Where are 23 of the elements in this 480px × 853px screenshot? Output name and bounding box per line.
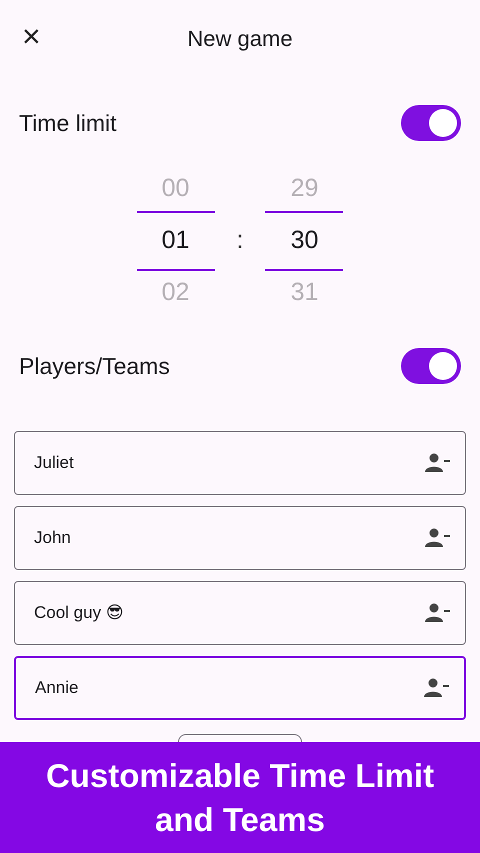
selected-number[interactable]: 01 xyxy=(136,210,215,270)
remove-player-button[interactable] xyxy=(425,603,451,623)
time-limit-switch[interactable] xyxy=(401,105,461,141)
remove-person-icon xyxy=(425,603,451,623)
banner-text: Customizable Time Limit xyxy=(46,756,434,796)
remove-player-button[interactable] xyxy=(425,453,451,473)
players-teams-label: Players/Teams xyxy=(19,352,170,380)
banner-text: and Teams xyxy=(155,800,325,840)
remove-player-button[interactable] xyxy=(424,678,450,698)
screen-title: New game xyxy=(187,26,293,52)
player-name-field[interactable]: Annie xyxy=(14,656,466,720)
remove-person-icon xyxy=(424,678,450,698)
player-name-field[interactable]: John xyxy=(14,506,466,570)
close-button[interactable]: × xyxy=(18,20,45,52)
player-name-field[interactable]: Juliet xyxy=(14,431,466,495)
remove-player-button[interactable] xyxy=(425,528,451,548)
time-separator: : xyxy=(236,226,244,255)
remove-person-icon xyxy=(425,453,451,473)
selected-number[interactable]: 30 xyxy=(265,210,344,270)
time-limit-label: Time limit xyxy=(19,110,117,136)
remove-person-icon xyxy=(425,528,451,548)
player-name-field[interactable]: Cool guy 😎 xyxy=(14,581,466,645)
players-teams-switch[interactable] xyxy=(401,348,461,384)
